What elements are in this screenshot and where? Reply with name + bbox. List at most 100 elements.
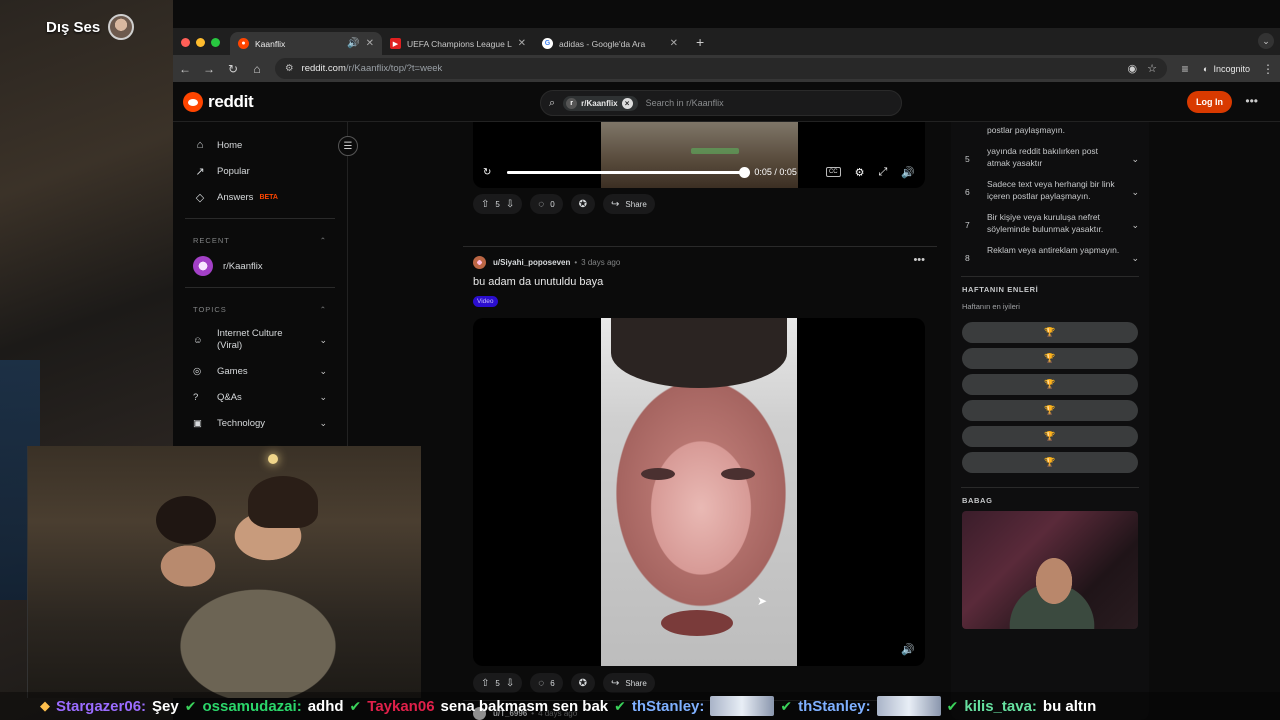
captions-icon[interactable]: CC (825, 167, 841, 177)
sidebar-item-label: Popular (217, 165, 250, 177)
post-video[interactable]: 🔊 (473, 318, 925, 666)
tracking-protection-icon[interactable]: ◉ (1128, 62, 1138, 75)
collapse-sidebar-icon[interactable]: ☰ (338, 136, 358, 156)
site-info-icon[interactable]: ⚙ (285, 63, 294, 74)
chevron-down-icon: ⌄ (319, 365, 327, 376)
maximize-window-button[interactable] (211, 38, 220, 47)
video-progress-bar[interactable] (507, 166, 751, 178)
close-tab-icon[interactable]: ✕ (518, 38, 526, 49)
rule-item[interactable]: 5 yayında reddit bakılırken post atmak y… (951, 141, 1149, 174)
post-author[interactable]: u/Siyahi_poposeven (493, 258, 570, 267)
caster-avatar (108, 14, 135, 40)
widget-image[interactable] (962, 511, 1138, 629)
user-avatar[interactable] (473, 256, 486, 269)
share-button[interactable]: ↪ Share (603, 194, 655, 214)
topic-qas[interactable]: ? Q&As ⌄ (173, 384, 347, 410)
upvote-icon[interactable]: ⇧ (481, 199, 489, 210)
search-input[interactable]: Search in r/Kaanflix (646, 98, 724, 108)
more-options-icon[interactable]: ••• (1245, 94, 1258, 108)
topic-internet-culture[interactable]: ☺ Internet Culture (Viral) ⌄ (173, 322, 347, 358)
close-tab-icon[interactable]: ✕ (670, 38, 678, 49)
home-icon[interactable]: ⌂ (251, 62, 263, 76)
sidebar-item-popular[interactable]: ↗ Popular (173, 158, 347, 184)
rule-item[interactable]: 6 Sadece text veya herhangi bir link içe… (951, 174, 1149, 207)
topics-section-header[interactable]: TOPICS ⌃ (173, 296, 347, 322)
tab-search-icon[interactable]: ⌄ (1258, 33, 1274, 49)
recent-section-header[interactable]: RECENT ⌃ (173, 227, 347, 253)
close-window-button[interactable] (181, 38, 190, 47)
tab-adidas[interactable]: G adidas - Google'da Ara ✕ (534, 32, 686, 55)
trophy-button[interactable]: 🏆 (962, 452, 1138, 473)
award-button[interactable]: ✪ (570, 194, 596, 214)
speaker-icon[interactable]: 🔊 (347, 38, 359, 49)
search-bar[interactable]: ⌕ r r/Kaanflix × Search in r/Kaanflix (540, 90, 902, 116)
share-label: Share (625, 678, 647, 688)
clear-scope-icon[interactable]: × (621, 97, 633, 109)
rule-item[interactable]: 7 Bir kişiye veya kuruluşa nefret söylem… (951, 207, 1149, 240)
share-button[interactable]: ↪ Share (603, 673, 655, 693)
post-options-icon[interactable]: ••• (913, 254, 925, 266)
vote-count: 5 (495, 678, 500, 688)
chat-username: ossamudazai: (202, 697, 302, 715)
fullscreen-icon[interactable]: ⤢ (878, 166, 887, 179)
reddit-logo[interactable]: reddit (183, 91, 254, 112)
search-scope-chip[interactable]: r r/Kaanflix × (563, 95, 638, 111)
media-controls-icon[interactable]: ≡ (1179, 62, 1191, 76)
trophy-button[interactable]: 🏆 (962, 400, 1138, 421)
rule-item[interactable]: postlar paylaşmayın. (951, 122, 1149, 141)
topic-games[interactable]: ◎ Games ⌄ (173, 358, 347, 384)
sidebar-item-home[interactable]: ⌂ Home (173, 132, 347, 158)
forward-icon[interactable]: → (203, 62, 215, 76)
topic-label: Technology (217, 417, 266, 429)
chat-badge-icon: ✔ (946, 697, 959, 714)
tab-title: UEFA Champions League Lea (407, 38, 512, 49)
back-icon[interactable]: ← (179, 62, 191, 76)
comments-button[interactable]: ◌ 6 (530, 673, 563, 693)
browser-menu-icon[interactable]: ⋮ (1262, 62, 1274, 76)
browser-toolbar: ← → ↻ ⌂ ⚙ reddit.com/r/Kaanflix/top/?t=w… (173, 55, 1280, 82)
comments-button[interactable]: ◌ 0 (530, 194, 563, 214)
trophy-button-list: 🏆 🏆 🏆 🏆 🏆 🏆 (951, 322, 1149, 473)
settings-gear-icon[interactable]: ⚙ (855, 166, 865, 179)
reddit-alien-icon (183, 91, 203, 112)
chevron-up-icon: ⌃ (319, 304, 327, 314)
downvote-icon[interactable]: ⇩ (506, 199, 514, 210)
close-tab-icon[interactable]: ✕ (366, 38, 374, 49)
chat-emote-image (876, 696, 941, 716)
post-actions: ⇧ 5 ⇩ ◌ 0 ✪ ↪ Share (473, 194, 655, 214)
trophy-button[interactable]: 🏆 (962, 374, 1138, 395)
post-flair[interactable]: Video (473, 296, 498, 307)
topic-technology[interactable]: ▣ Technology ⌄ (173, 410, 347, 436)
trophy-button[interactable]: 🏆 (962, 348, 1138, 369)
recent-item-kaanflix[interactable]: r/Kaanflix (173, 253, 347, 279)
login-button[interactable]: Log In (1187, 91, 1232, 113)
video-controls: ↻ 0:05 / 0:05 CC ⚙ ⤢ 🔊 (473, 162, 925, 182)
volume-icon[interactable]: 🔊 (901, 166, 915, 179)
replay-icon[interactable]: ↻ (483, 167, 491, 178)
trophy-button[interactable]: 🏆 (962, 322, 1138, 343)
chip-icon: ▣ (193, 417, 202, 429)
incognito-indicator[interactable]: ◐ Incognito (1203, 64, 1250, 74)
volume-icon[interactable]: 🔊 (901, 643, 915, 656)
address-bar[interactable]: ⚙ reddit.com/r/Kaanflix/top/?t=week ◉ ☆ (275, 58, 1168, 79)
tab-bar: ● Kaanflix 🔊 ✕ ▶ UEFA Champions League L… (173, 28, 1280, 55)
chat-badge-icon: ✔ (184, 697, 197, 714)
new-tab-button[interactable]: + (686, 34, 714, 55)
topic-label: Internet Culture (Viral) (217, 328, 283, 351)
rule-text: yayında reddit bakılırken post atmak yas… (987, 145, 1099, 169)
bookmark-star-icon[interactable]: ☆ (1147, 62, 1157, 75)
rule-item[interactable]: 8 Reklam veya antireklam yapmayın. ⌄ (951, 240, 1149, 269)
downvote-icon[interactable]: ⇩ (506, 678, 514, 689)
previous-post-video[interactable]: ↻ 0:05 / 0:05 CC ⚙ ⤢ 🔊 (473, 122, 925, 188)
sidebar-item-answers[interactable]: ◇ Answers BETA (173, 184, 347, 210)
smiley-icon: ☺ (193, 334, 203, 346)
upvote-icon[interactable]: ⇧ (481, 678, 489, 689)
tab-uefa[interactable]: ▶ UEFA Champions League Lea ✕ (382, 32, 534, 55)
trophy-button[interactable]: 🏆 (962, 426, 1138, 447)
tab-kaanflix[interactable]: ● Kaanflix 🔊 ✕ (230, 32, 382, 55)
award-button[interactable]: ✪ (570, 673, 596, 693)
minimize-window-button[interactable] (196, 38, 205, 47)
post-title[interactable]: bu adam da unutuldu baya (473, 276, 603, 288)
tab-title: adidas - Google'da Ara (559, 38, 646, 49)
reload-icon[interactable]: ↻ (227, 62, 239, 76)
